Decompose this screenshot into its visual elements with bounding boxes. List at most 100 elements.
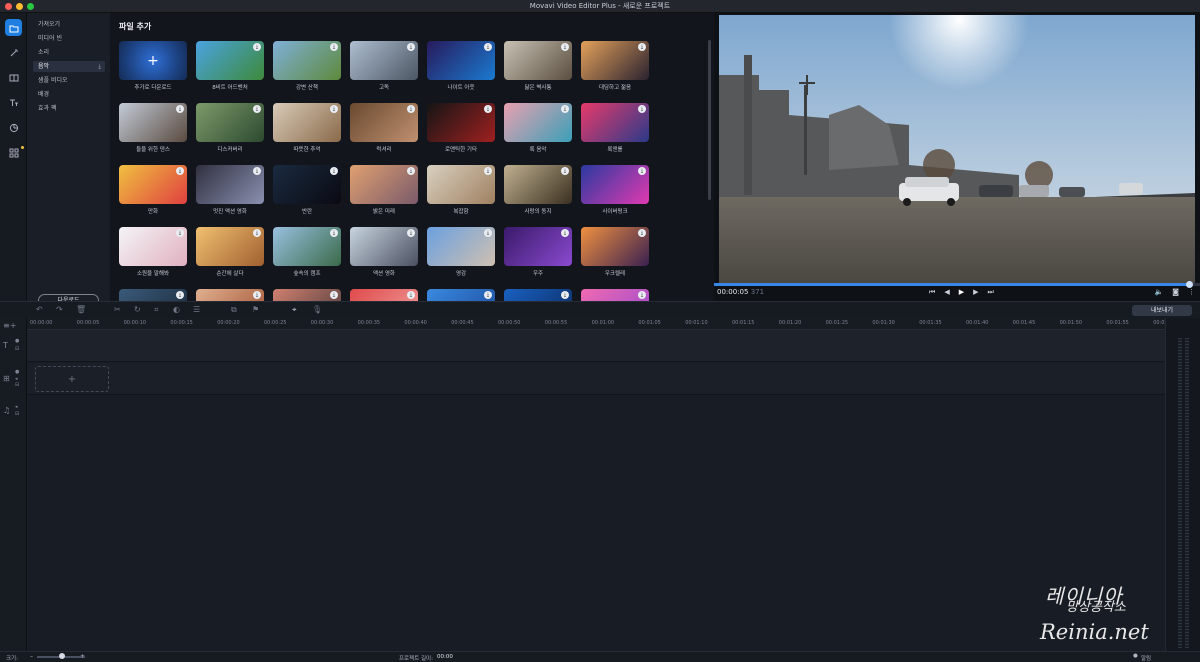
download-icon[interactable]: ⤓	[253, 167, 261, 175]
music-tile[interactable]: ⤓ 디스커버리	[196, 103, 264, 160]
download-icon[interactable]: ⤓	[253, 105, 261, 113]
category-item[interactable]: 소리	[33, 47, 105, 58]
transitions-icon[interactable]	[5, 69, 22, 86]
music-tile[interactable]: ⤓ 사이버펑크	[581, 165, 649, 222]
music-tile[interactable]: ⤓ 복잡함	[427, 165, 495, 222]
download-icon[interactable]: ⤓	[176, 229, 184, 237]
music-tile[interactable]: ⤓ 소원을 말해봐	[119, 227, 187, 284]
music-tile[interactable]: ⤓ 따뜻한 추억	[273, 103, 341, 160]
download-icon[interactable]: ⤓	[407, 291, 415, 299]
visibility-icon[interactable]: ●	[15, 369, 19, 375]
title-track[interactable]	[27, 330, 1165, 362]
music-tile[interactable]: ⤓	[196, 289, 264, 301]
music-tile[interactable]: ⤓ 럭셔리	[350, 103, 418, 160]
music-tile[interactable]: ⤓	[119, 289, 187, 301]
magic-wand-icon[interactable]	[5, 44, 22, 61]
download-icon[interactable]: ⤓	[253, 229, 261, 237]
category-item[interactable]: 샘플 비디오	[33, 75, 105, 86]
record-voice-icon[interactable]: 🎙	[312, 305, 322, 314]
music-tile[interactable]: ⤓	[504, 289, 572, 301]
download-icon[interactable]: ⤓	[561, 291, 569, 299]
music-tile[interactable]: ⤓ 순간에 살다	[196, 227, 264, 284]
music-tile[interactable]: ⤓ 우주	[504, 227, 572, 284]
zoom-slider-handle[interactable]	[59, 653, 65, 659]
add-track-icon[interactable]: ≡+	[3, 321, 16, 330]
download-icon[interactable]: ⤓	[176, 105, 184, 113]
clip-properties-icon[interactable]: ☰	[193, 305, 200, 314]
music-tile[interactable]: ⤓ 닮은 벽사통	[504, 41, 572, 98]
download-icon[interactable]: ⤓	[407, 105, 415, 113]
download-icon[interactable]: ⤓	[638, 43, 646, 51]
titles-icon[interactable]	[5, 94, 22, 111]
bell-icon[interactable]: ●	[1133, 653, 1138, 659]
lock-icon[interactable]: ⊟	[15, 411, 19, 417]
download-icon[interactable]: ⤓	[484, 105, 492, 113]
music-tile[interactable]: ⤓	[427, 289, 495, 301]
add-more-tile[interactable]: + 추가로 다운로드	[119, 41, 187, 98]
snapshot-icon[interactable]: ◙	[1172, 288, 1179, 296]
rotate-icon[interactable]: ↻	[134, 305, 141, 314]
seek-handle[interactable]	[1185, 281, 1193, 288]
color-adjust-icon[interactable]: ◐	[173, 305, 180, 314]
download-icon[interactable]: ⤓	[638, 229, 646, 237]
download-icon[interactable]: ⤓	[484, 291, 492, 299]
music-tile[interactable]: ⤓ 록앤롤	[581, 103, 649, 160]
download-icon[interactable]: ⤓	[253, 291, 261, 299]
music-tile[interactable]: ⤓	[581, 289, 649, 301]
play-icon[interactable]: ▶	[959, 288, 964, 297]
music-tile[interactable]: ⤓ 둘을 위한 댄스	[119, 103, 187, 160]
timeline-ruler[interactable]: 00:00:00 00:00:05 00:00:10 00:00:15 00:00:20…	[27, 318, 1176, 330]
music-tile[interactable]: ⤓ 사랑의 동지	[504, 165, 572, 222]
insert-media-icon[interactable]: ⧉	[231, 305, 237, 315]
music-tile[interactable]: ⤓ 8비트 어드벤처	[196, 41, 264, 98]
zoom-in-icon[interactable]: +	[80, 653, 85, 660]
download-icon[interactable]: ⤓	[330, 43, 338, 51]
download-icon[interactable]: ⤓	[407, 43, 415, 51]
download-icon[interactable]: ⤓	[407, 167, 415, 175]
mute-icon[interactable]: ◂	[15, 404, 18, 410]
more-tools-icon[interactable]	[5, 144, 22, 161]
undo-icon[interactable]: ↶	[36, 305, 43, 314]
category-item[interactable]: 효과 팩	[33, 103, 105, 114]
volume-icon[interactable]: 🔈	[1154, 288, 1163, 296]
video-track[interactable]: +	[27, 363, 1165, 395]
download-icon[interactable]: ⤓	[176, 167, 184, 175]
lock-icon[interactable]: ⊟	[15, 382, 19, 388]
music-tile[interactable]: ⤓	[350, 289, 418, 301]
stickers-icon[interactable]	[5, 119, 22, 136]
download-icon[interactable]: ⤓	[407, 229, 415, 237]
download-icon[interactable]: ⤓	[330, 105, 338, 113]
music-tile[interactable]: ⤓ 만화	[119, 165, 187, 222]
step-back-icon[interactable]: ◀	[944, 288, 949, 297]
zoom-out-icon[interactable]: –	[30, 653, 33, 660]
category-item[interactable]: 배경	[33, 89, 105, 100]
download-icon[interactable]: ⤓	[561, 167, 569, 175]
category-item-music[interactable]: 음악 ⤓	[33, 61, 105, 72]
download-icon[interactable]: ⤓	[561, 229, 569, 237]
download-icon[interactable]: ⤓	[638, 291, 646, 299]
download-icon[interactable]: ⤓	[638, 105, 646, 113]
download-icon[interactable]: ⤓	[176, 291, 184, 299]
music-tile[interactable]: ⤓	[273, 289, 341, 301]
lock-icon[interactable]: ⊟	[15, 346, 19, 352]
music-tile[interactable]: ⤓ 나이트 아웃	[427, 41, 495, 98]
visibility-icon[interactable]: ●	[15, 338, 19, 344]
step-forward-icon[interactable]: ▶	[973, 288, 978, 297]
crop-icon[interactable]: ⌗	[154, 305, 159, 315]
seek-bar[interactable]	[714, 281, 1200, 288]
import-icon[interactable]	[5, 19, 22, 36]
music-tile[interactable]: ⤓ 고독	[350, 41, 418, 98]
music-tile[interactable]: ⤓ 록 음악	[504, 103, 572, 160]
download-icon[interactable]: ⤓	[638, 167, 646, 175]
download-icon[interactable]: ⤓	[561, 43, 569, 51]
download-icon[interactable]: ⤓	[330, 229, 338, 237]
notifications-label[interactable]: 알림	[1141, 654, 1151, 662]
music-tile[interactable]: ⤓ 액션 영화	[350, 227, 418, 284]
delete-icon[interactable]: 🗑	[76, 305, 86, 314]
download-icon[interactable]: ⤓	[484, 167, 492, 175]
redo-icon[interactable]: ↷	[56, 305, 63, 314]
download-icon[interactable]: ⤓	[253, 43, 261, 51]
music-tile[interactable]: ⤓ 영감	[427, 227, 495, 284]
cut-icon[interactable]: ✂	[114, 305, 121, 314]
music-tile[interactable]: ⤓ 로맨틱한 기타	[427, 103, 495, 160]
